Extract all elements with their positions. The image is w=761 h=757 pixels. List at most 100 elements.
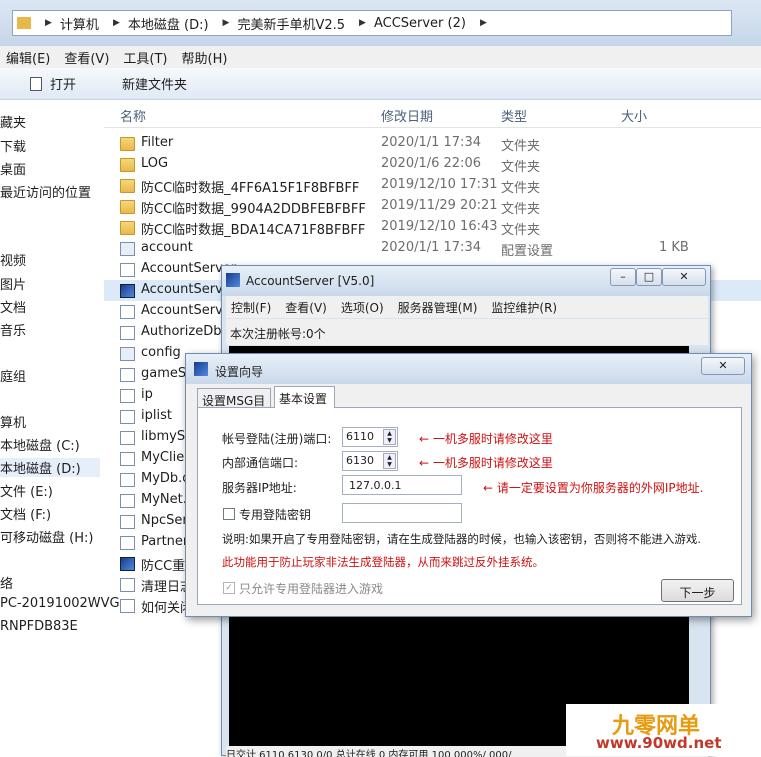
- file-date: 2019/12/10 16:43: [381, 219, 498, 234]
- window-title: AccountServer [V5.0]: [246, 274, 375, 288]
- nav-item[interactable]: 桌面: [0, 159, 26, 178]
- file-name: ip: [141, 387, 153, 402]
- file-name: Filter: [141, 135, 174, 150]
- next-button[interactable]: 下一步: [661, 579, 734, 602]
- column-name[interactable]: 名称: [120, 106, 146, 125]
- new-folder-button[interactable]: 新建文件夹: [122, 74, 187, 93]
- folder-icon: [17, 17, 31, 29]
- nav-item[interactable]: 本地磁盘 (C:): [0, 435, 80, 454]
- folder-icon: [120, 200, 135, 214]
- menu-view[interactable]: 查看(V): [64, 48, 109, 67]
- setup-wizard-dialog: 设置向导 ✕ 设置MSG目录 基本设置 帐号登陆(注册)端口: 6110 ▲▼ …: [185, 353, 752, 617]
- nav-item[interactable]: 藏夹: [0, 112, 26, 131]
- nav-item[interactable]: 下载: [0, 136, 26, 155]
- nav-item[interactable]: 庭组: [0, 366, 26, 385]
- hint-internal-port: ← 一机多服时请修改这里: [419, 456, 553, 470]
- nav-item[interactable]: 文档: [0, 297, 26, 316]
- file-icon: [120, 347, 135, 361]
- maximize-button[interactable]: □: [636, 268, 662, 286]
- nav-item[interactable]: 视频: [0, 250, 26, 269]
- file-icon: [120, 326, 135, 340]
- file-name: config: [141, 345, 181, 360]
- file-row[interactable]: account 2020/1/1 17:34 配置设置 1 KB: [104, 238, 761, 259]
- folder-icon: [120, 179, 135, 193]
- tab-pane: 帐号登陆(注册)端口: 6110 ▲ ▼ ← 一机多服时请修改这里 内部通信端口:…: [197, 407, 742, 605]
- chevron-right-icon: ▶: [45, 18, 52, 28]
- server-ip-field[interactable]: 127.0.0.1: [342, 475, 462, 495]
- file-row[interactable]: 防CC临时数据_9904A2DDBFEBFBFF 2019/11/29 20:21…: [104, 196, 761, 217]
- spin-arrows-icon[interactable]: ▲ ▼: [383, 429, 396, 445]
- file-type: 文件夹: [501, 139, 541, 154]
- nav-item[interactable]: 最近访问的位置: [0, 182, 91, 201]
- address-box[interactable]: ▶ 计算机 ▶ 本地磁盘 (D:) ▶ 完美新手单机V2.5 ▶ ACCServ…: [12, 10, 732, 36]
- menu-view[interactable]: 查看(V): [285, 299, 327, 316]
- file-icon: [120, 536, 135, 550]
- column-type[interactable]: 类型: [501, 106, 527, 125]
- menu-server-manage[interactable]: 服务器管理(M): [398, 299, 478, 316]
- file-icon: [120, 389, 135, 403]
- acc-menubar: 控制(F) 查看(V) 选项(O) 服务器管理(M) 监控维护(R): [226, 296, 708, 318]
- file-icon: [120, 410, 135, 424]
- dedicated-key-checkbox[interactable]: [223, 508, 235, 520]
- breadcrumb-game-folder[interactable]: 完美新手单机V2.5: [237, 14, 345, 33]
- file-name: Partner: [141, 534, 189, 549]
- breadcrumb-accserver[interactable]: ACCServer (2): [374, 16, 466, 31]
- file-size: 1 KB: [659, 240, 689, 255]
- server-ip-label: 服务器IP地址:: [222, 481, 297, 495]
- dedicated-key-input[interactable]: [342, 503, 462, 523]
- menu-control[interactable]: 控制(F): [231, 299, 271, 316]
- menu-options[interactable]: 选项(O): [341, 299, 384, 316]
- nav-item[interactable]: 络: [0, 573, 13, 592]
- file-name: LOG: [141, 156, 169, 171]
- close-button[interactable]: ✕: [701, 357, 745, 375]
- nav-item[interactable]: 可移动磁盘 (H:): [0, 527, 93, 546]
- tab-msg-dir[interactable]: 设置MSG目录: [197, 388, 271, 425]
- allow-only-checkbox[interactable]: ✓: [223, 582, 235, 594]
- file-row[interactable]: LOG 2020/1/6 22:06 文件夹: [104, 154, 761, 175]
- hint-server-ip: ← 请一定要设置为你服务器的外网IP地址.: [483, 481, 704, 495]
- internal-port-stepper[interactable]: 6130 ▲ ▼: [342, 451, 398, 471]
- app-icon: [194, 362, 208, 376]
- file-name: MyDb.d: [141, 471, 191, 486]
- menu-monitor[interactable]: 监控维护(R): [491, 299, 557, 316]
- nav-item[interactable]: 算机: [0, 412, 26, 431]
- account-port-stepper[interactable]: 6110 ▲ ▼: [342, 427, 398, 447]
- file-name: 防CC重: [141, 559, 186, 574]
- file-name: iplist: [141, 408, 172, 423]
- menu-help[interactable]: 帮助(H): [182, 48, 228, 67]
- file-icon: [120, 368, 135, 382]
- nav-item[interactable]: RNPFDB83E: [0, 619, 78, 634]
- minimize-button[interactable]: –: [610, 268, 636, 286]
- menu-tools[interactable]: 工具(T): [123, 48, 167, 67]
- nav-item[interactable]: 文档 (F:): [0, 504, 51, 523]
- nav-item[interactable]: 音乐: [0, 320, 26, 339]
- watermark: 九零网单 www.90wd.net: [566, 704, 761, 756]
- file-date: 2019/11/29 20:21: [381, 198, 498, 213]
- file-row[interactable]: Filter 2020/1/1 17:34 文件夹: [104, 133, 761, 154]
- breadcrumb-computer[interactable]: 计算机: [60, 14, 99, 33]
- nav-item[interactable]: PC-20191002WVG: [0, 596, 120, 611]
- app-icon: [226, 273, 240, 287]
- file-type: 文件夹: [501, 181, 541, 196]
- file-row[interactable]: 防CC临时数据_BDA14CA71F8BFBFF 2019/12/10 16:43…: [104, 217, 761, 238]
- hint-account-port: ← 一机多服时请修改这里: [419, 432, 553, 446]
- file-name: account: [141, 240, 193, 255]
- title-bar: AccountServer [V5.0] – □ ✕: [222, 266, 710, 296]
- file-icon: [120, 242, 135, 256]
- nav-item[interactable]: 本地磁盘 (D:): [0, 458, 100, 477]
- tab-basic-settings[interactable]: 基本设置: [274, 386, 335, 408]
- file-date: 2020/1/6 22:06: [381, 156, 481, 171]
- nav-item[interactable]: 文件 (E:): [0, 481, 53, 500]
- menu-edit[interactable]: 编辑(E): [6, 48, 50, 67]
- breadcrumb-drive-d[interactable]: 本地磁盘 (D:): [128, 14, 209, 33]
- nav-item[interactable]: 图片: [0, 274, 26, 293]
- close-button[interactable]: ✕: [662, 268, 706, 286]
- chevron-right-icon: ▶: [479, 18, 487, 28]
- spin-arrows-icon[interactable]: ▲ ▼: [383, 453, 396, 469]
- file-name: NpcSer: [141, 513, 188, 528]
- column-size[interactable]: 大小: [621, 106, 647, 125]
- open-button[interactable]: 打开: [50, 74, 76, 93]
- file-date: 2020/1/1 17:34: [381, 135, 481, 150]
- file-row[interactable]: 防CC临时数据_4FF6A15F1F8BFBFF 2019/12/10 17:31…: [104, 175, 761, 196]
- column-date[interactable]: 修改日期: [381, 106, 433, 125]
